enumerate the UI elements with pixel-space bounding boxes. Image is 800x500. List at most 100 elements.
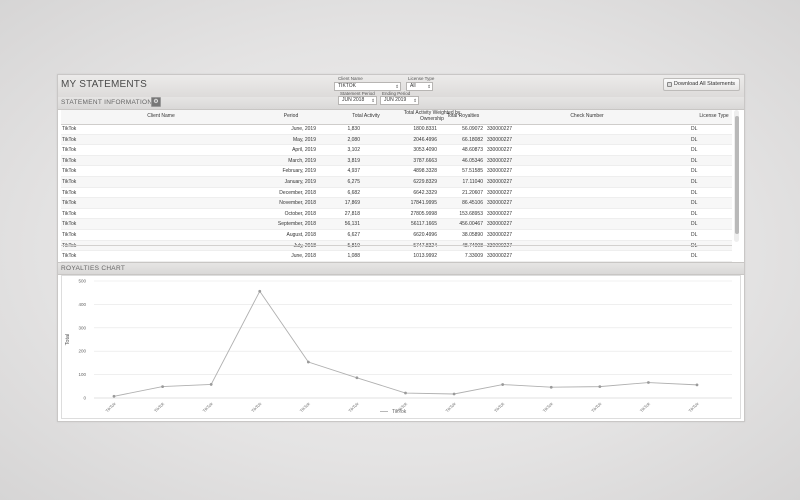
- table-row[interactable]: TikTok March, 2019 3,819 3787.6663 46.05346 3…: [61, 155, 732, 167]
- period-cell: May, 2019: [293, 136, 316, 143]
- license-type-select[interactable]: All ⇕: [406, 82, 433, 91]
- table-divider: [61, 245, 732, 246]
- total-royalties-cell: 56.09072: [462, 126, 483, 132]
- table-row[interactable]: TikTok June, 2018 1,088 1013.9992 7.33009 330…: [61, 251, 732, 262]
- client-name-cell: TikTok: [62, 253, 77, 260]
- data-point: [695, 383, 699, 387]
- statement-period-select[interactable]: JUN 2018 ⇕: [338, 96, 377, 105]
- license-type-cell: DL: [691, 189, 698, 196]
- total-activity-cell: 6,682: [347, 189, 360, 196]
- check-number-cell: 330000227: [487, 136, 513, 143]
- weighted-activity-cell: 56117.1665: [410, 221, 437, 228]
- statement-info-title: STATEMENT INFORMATION: [61, 99, 153, 106]
- x-tick-label: TikTok: [347, 401, 360, 414]
- license-type-cell: DL: [691, 168, 698, 175]
- table-row[interactable]: TikTok April, 2019 3,102 3053.4090 48.60873 3…: [61, 145, 732, 156]
- period-cell: June, 2018: [291, 253, 316, 260]
- table-row[interactable]: TikTok September, 2018 56,131 56117.1665 456…: [61, 219, 732, 230]
- y-tick-label: 200: [78, 349, 86, 354]
- license-type-cell: DL: [691, 147, 698, 154]
- col-check-number[interactable]: Check Number: [547, 113, 627, 120]
- table-row[interactable]: TikTok June, 2019 1,830 1800.8331 56.09072 33…: [61, 124, 732, 135]
- gear-icon: ⚙: [153, 99, 159, 105]
- total-activity-cell: 6,275: [347, 178, 360, 185]
- check-number-cell: 330000227: [487, 178, 513, 185]
- series-line: [113, 290, 698, 397]
- settings-gear-button[interactable]: ⚙: [151, 97, 161, 107]
- data-point: [549, 385, 553, 389]
- data-point: [209, 383, 213, 386]
- weighted-activity-cell: 27805.9998: [410, 210, 437, 217]
- total-royalties-cell: 7.33009: [464, 253, 483, 260]
- data-point: [647, 381, 650, 384]
- col-period[interactable]: Period: [266, 113, 316, 120]
- royalties-chart: 0 100 200 300 400 500 Total TikTok TikTok TikTok T…: [61, 275, 741, 419]
- table-row[interactable]: TikTok October, 2018 27,818 27805.9998 153.6…: [61, 209, 732, 220]
- ending-period-select[interactable]: JUN 2019 ⇕: [380, 96, 419, 105]
- x-tick-label: TikTok: [493, 401, 506, 414]
- table-row[interactable]: TikTok February, 2019 4,937 4898.3328 57.515…: [61, 166, 732, 177]
- license-type-cell: DL: [691, 253, 698, 260]
- client-name-value: TIKTOK: [338, 83, 356, 89]
- weighted-activity-cell: 1800.8331: [413, 126, 437, 132]
- license-type-cell: DL: [691, 157, 698, 164]
- table-row[interactable]: TikTok November, 2018 17,869 17841.9995 86.4…: [61, 198, 732, 209]
- license-type-cell: DL: [691, 136, 698, 143]
- client-name-cell: TikTok: [62, 221, 77, 228]
- royalties-chart-bar: ROYALTIES CHART: [58, 262, 744, 275]
- y-axis-label: Total: [65, 334, 71, 346]
- client-name-cell: TikTok: [62, 231, 77, 238]
- client-name-cell: TikTok: [62, 189, 77, 196]
- data-point: [501, 383, 505, 386]
- check-number-cell: 330000227: [487, 147, 513, 154]
- x-tick-label: TikTok: [202, 401, 215, 414]
- period-cell: November, 2018: [279, 200, 316, 207]
- table-row[interactable]: TikTok January, 2019 6,275 6229.8329 17.1104…: [61, 176, 732, 188]
- client-name-label: Client Name: [338, 76, 363, 81]
- scrollbar-thumb[interactable]: [734, 116, 739, 234]
- y-tick-label: 0: [83, 396, 86, 401]
- ending-period-value: JUN 2019: [384, 97, 407, 103]
- period-cell: February, 2019: [282, 168, 316, 175]
- total-activity-cell: 3,819: [347, 157, 360, 164]
- updown-arrow-icon: ⇕: [427, 84, 431, 89]
- total-royalties-cell: 48.60873: [462, 147, 483, 154]
- total-royalties-cell: 66.18082: [462, 136, 483, 143]
- period-cell: March, 2019: [288, 157, 316, 164]
- download-all-statements-button[interactable]: Download All Statements: [662, 78, 740, 91]
- col-total-activity[interactable]: Total Activity: [346, 113, 386, 120]
- table-scrollbar[interactable]: [734, 110, 739, 242]
- x-tick-label: TikTok: [542, 401, 555, 414]
- royalties-chart-title: ROYALTIES CHART: [61, 265, 126, 272]
- period-cell: October, 2018: [284, 210, 316, 217]
- total-activity-cell: 17,869: [344, 200, 360, 207]
- table-row[interactable]: TikTok August, 2018 6,627 6620.4996 38.05890…: [61, 230, 732, 241]
- statement-info-bar: STATEMENT INFORMATION ⚙ Statement Period…: [58, 91, 744, 110]
- license-type-cell: DL: [691, 221, 698, 228]
- table-row[interactable]: TikTok December, 2018 6,682 6642.3329 21.206…: [61, 188, 732, 199]
- table-row[interactable]: TikTok May, 2019 2,080 2046.4996 66.18082 330…: [61, 134, 732, 146]
- license-type-cell: DL: [691, 200, 698, 207]
- client-name-cell: TikTok: [62, 210, 77, 217]
- y-tick-label: 300: [78, 325, 86, 330]
- y-tick-label: 400: [78, 302, 86, 307]
- col-client-name[interactable]: Client Name: [121, 113, 201, 120]
- weighted-activity-cell: 1013.9992: [413, 253, 437, 260]
- client-name-cell: TikTok: [62, 136, 77, 143]
- license-type-label: License Type: [408, 76, 435, 81]
- col-total-royalties[interactable]: Total Royalties: [439, 113, 487, 120]
- period-cell: September, 2018: [277, 221, 316, 228]
- check-number-cell: 330000227: [487, 221, 513, 228]
- license-type-cell: DL: [691, 126, 698, 132]
- col-license-type[interactable]: License Type: [689, 113, 739, 120]
- client-name-select[interactable]: TIKTOK ⇕: [334, 82, 401, 91]
- total-activity-cell: 6,627: [347, 231, 360, 238]
- download-all-label: Download All Statements: [673, 81, 735, 87]
- period-cell: December, 2018: [279, 189, 316, 196]
- client-name-cell: TikTok: [62, 200, 77, 207]
- updown-arrow-icon: ⇕: [395, 84, 399, 89]
- data-point: [452, 392, 456, 396]
- x-tick-label: TikTok: [104, 401, 117, 414]
- statements-panel: MY STATEMENTS Client Name TIKTOK ⇕ Licen…: [57, 74, 745, 422]
- period-cell: April, 2019: [292, 147, 316, 154]
